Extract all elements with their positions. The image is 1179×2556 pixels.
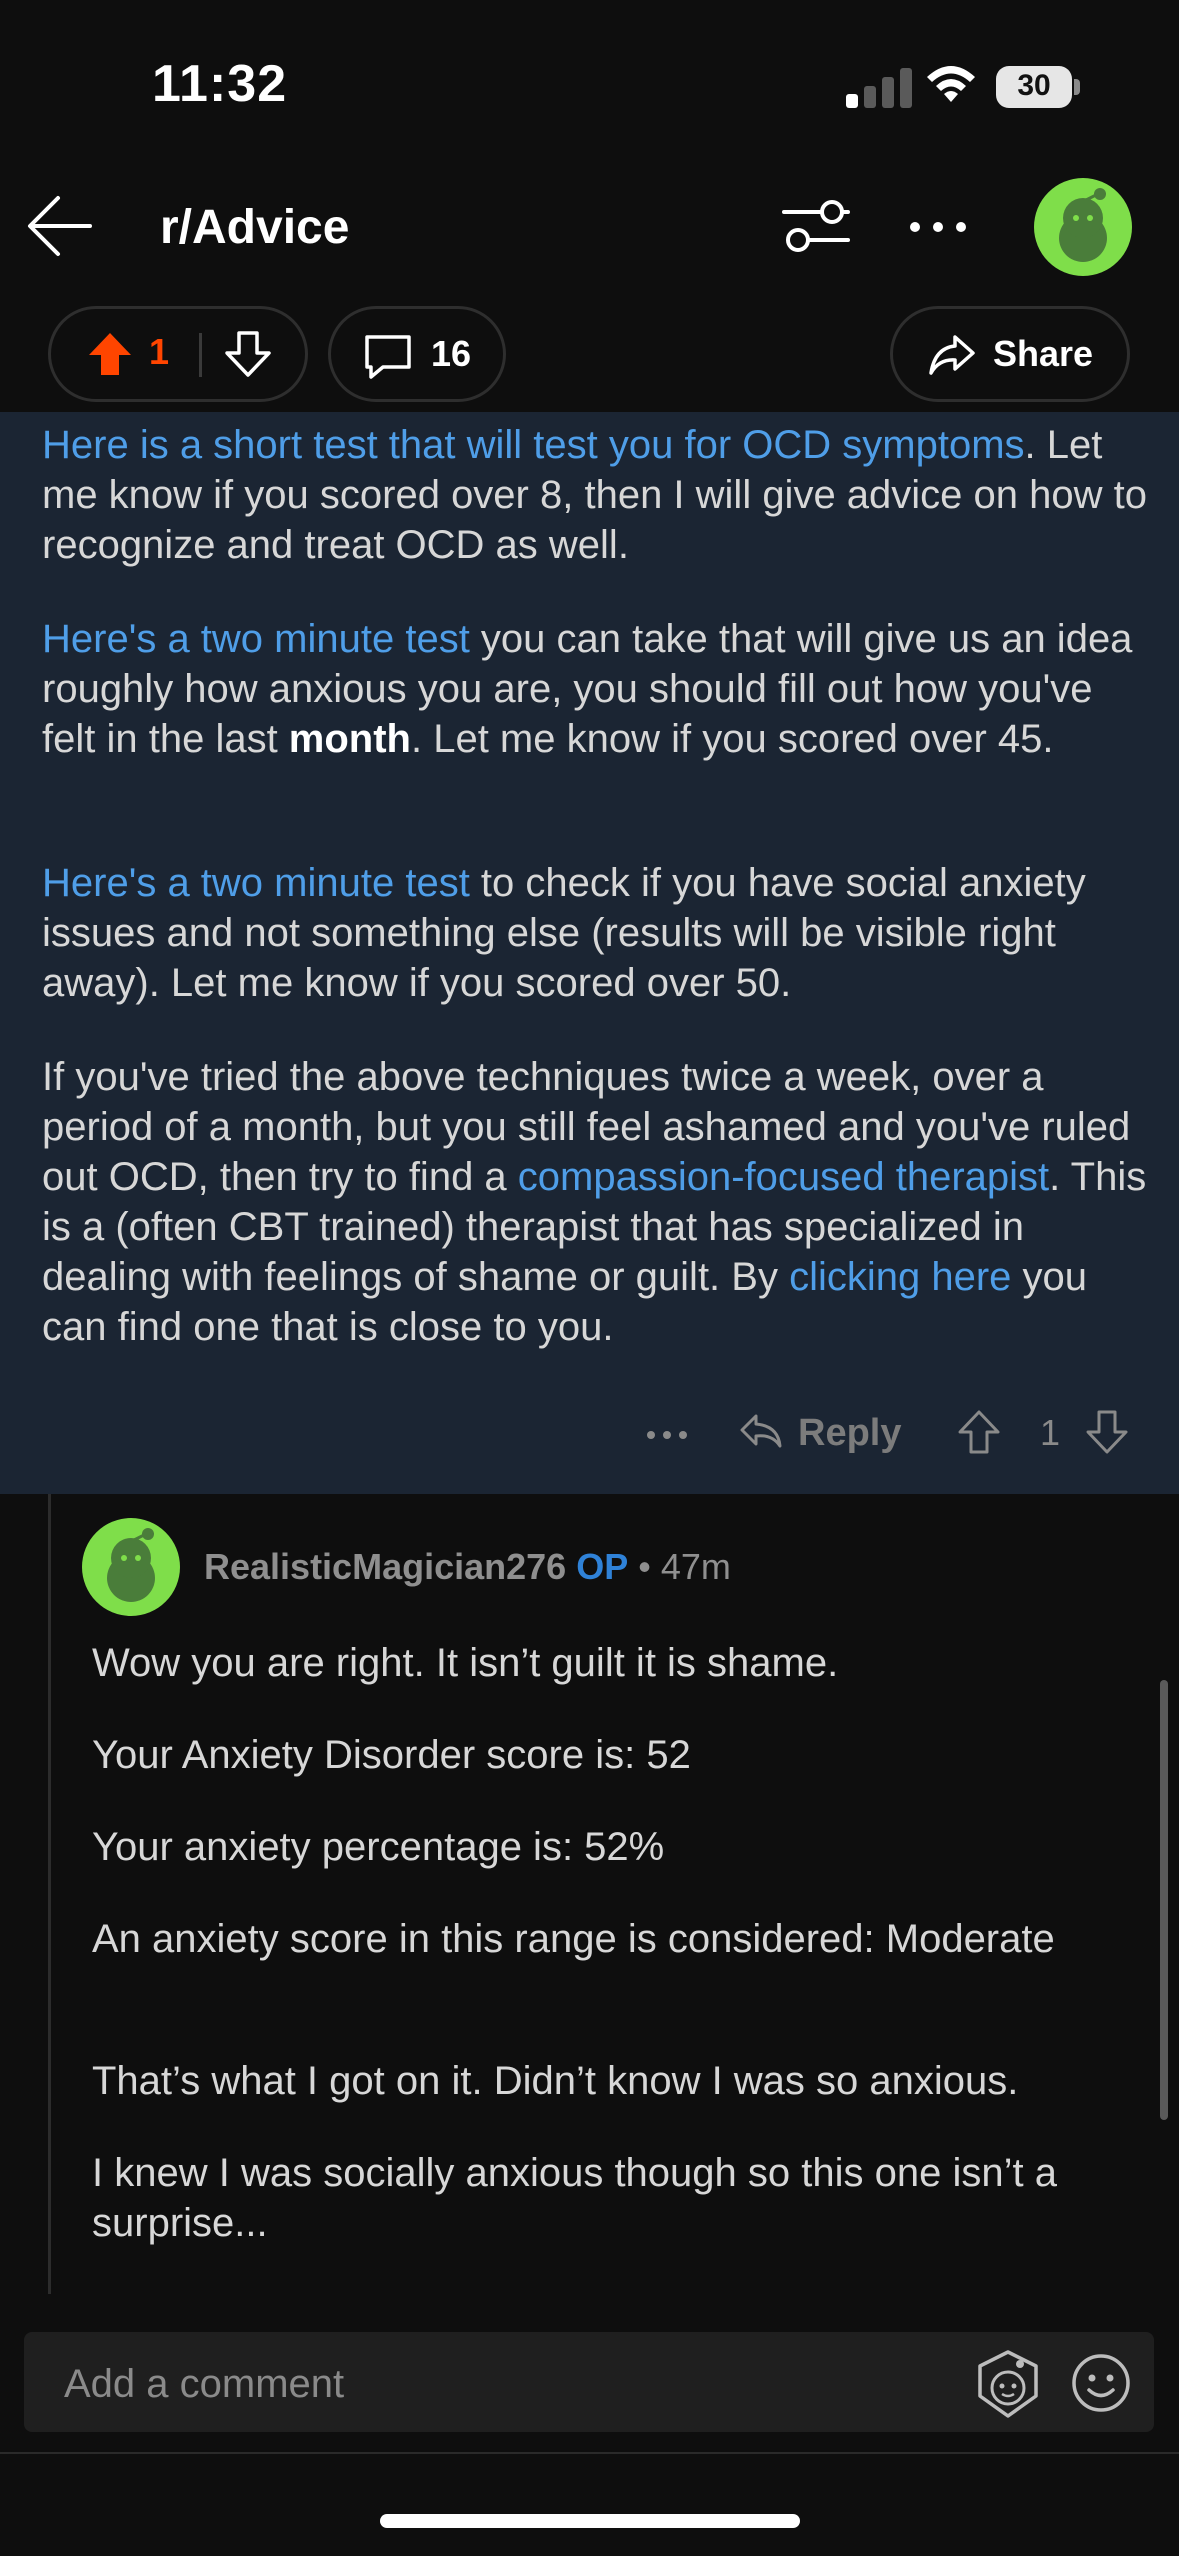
share-button[interactable]: Share — [890, 306, 1130, 402]
thread-line[interactable] — [48, 1494, 51, 2294]
subreddit-title[interactable]: r/Advice — [160, 200, 349, 255]
vote-count: 1 — [1040, 1412, 1061, 1453]
comment-line: I knew I was socially anxious though so … — [92, 2151, 1057, 2245]
comment-bar: Add a comment — [0, 2294, 1179, 2454]
author-name[interactable]: RealisticMagician276 — [204, 1546, 566, 1587]
therapist-link[interactable]: compassion-focused therapist — [518, 1155, 1049, 1199]
op-badge: OP — [576, 1546, 629, 1587]
comment-age: 47m — [660, 1546, 731, 1587]
highlighted-comment: Here is a short test that will test you … — [0, 412, 1179, 1494]
snoo-avatar-icon — [107, 1528, 155, 1602]
share-icon — [929, 335, 975, 375]
share-label: Share — [993, 333, 1094, 374]
user-avatar[interactable] — [1034, 178, 1132, 276]
clicking-here-link[interactable]: clicking here — [789, 1255, 1011, 1299]
reply-comment: RealisticMagician276 OP • 47m Wow you ar… — [0, 1494, 1179, 2294]
emoji-icon[interactable] — [1070, 2352, 1132, 2414]
reply-icon[interactable] — [738, 1410, 784, 1450]
home-indicator[interactable] — [380, 2514, 800, 2528]
wifi-icon — [927, 66, 975, 102]
comment-paragraph: If you've tried the above techniques twi… — [42, 1052, 1152, 1352]
comment-placeholder: Add a comment — [64, 2362, 345, 2406]
comment-line: An anxiety score in this range is consid… — [92, 1917, 1055, 1961]
cellular-signal-icon — [846, 68, 912, 108]
comment-paragraph: Here's a two minute test you can take th… — [42, 614, 1152, 764]
ocd-test-link[interactable]: Here is a short test that will test you … — [42, 423, 1025, 467]
meta-separator: • — [638, 1546, 651, 1587]
vote-divider — [199, 333, 202, 377]
back-arrow-icon[interactable] — [24, 190, 96, 262]
avatar[interactable] — [82, 1518, 180, 1616]
reply-button[interactable]: Reply — [798, 1412, 901, 1455]
snoo-icon[interactable] — [970, 2346, 1046, 2422]
status-time: 11:32 — [152, 55, 288, 113]
header: r/Advice — [0, 160, 1179, 300]
scrollbar[interactable] — [1160, 1680, 1168, 2120]
vote-control: 1 — [48, 306, 308, 402]
comment-line: That’s what I got on it. Didn’t know I w… — [92, 2059, 1019, 2103]
battery-level: 30 — [1017, 69, 1051, 102]
upvote-count: 1 — [149, 331, 170, 372]
comments-button[interactable]: 16 — [328, 306, 506, 402]
upvote-icon[interactable] — [85, 329, 135, 379]
snoo-avatar-icon — [1059, 188, 1107, 262]
upvote-icon[interactable] — [956, 1408, 1002, 1456]
post-action-bar: 1 16 Share — [0, 300, 1179, 412]
status-bar: 11:32 30 — [0, 0, 1179, 160]
anxiety-test-link[interactable]: Here's a two minute test — [42, 617, 470, 661]
filter-icon[interactable] — [780, 196, 852, 256]
paragraph-text: . Let me know if you scored over 45. — [410, 717, 1054, 761]
comment-icon — [365, 335, 411, 379]
comment-line: Your Anxiety Disorder score is: 52 — [92, 1733, 691, 1777]
comment-count: 16 — [431, 333, 472, 374]
social-anxiety-test-link[interactable]: Here's a two minute test — [42, 861, 470, 905]
comment-line: Your anxiety percentage is: 52% — [92, 1825, 665, 1869]
downvote-icon[interactable] — [223, 329, 273, 379]
comment-line: Wow you are right. It isn’t guilt it is … — [92, 1641, 839, 1685]
downvote-icon[interactable] — [1084, 1408, 1130, 1456]
comment-meta: RealisticMagician276 OP • 47m — [204, 1546, 731, 1588]
more-icon[interactable] — [646, 1430, 688, 1440]
divider — [0, 2452, 1179, 2454]
comment-actions: Reply 1 — [0, 1400, 1179, 1470]
comment-paragraph: Here's a two minute test to check if you… — [42, 858, 1152, 1008]
battery-icon: 30 — [996, 66, 1080, 108]
more-icon[interactable] — [908, 220, 968, 234]
comment-paragraph: Here is a short test that will test you … — [42, 420, 1152, 570]
bold-text: month — [288, 717, 411, 761]
